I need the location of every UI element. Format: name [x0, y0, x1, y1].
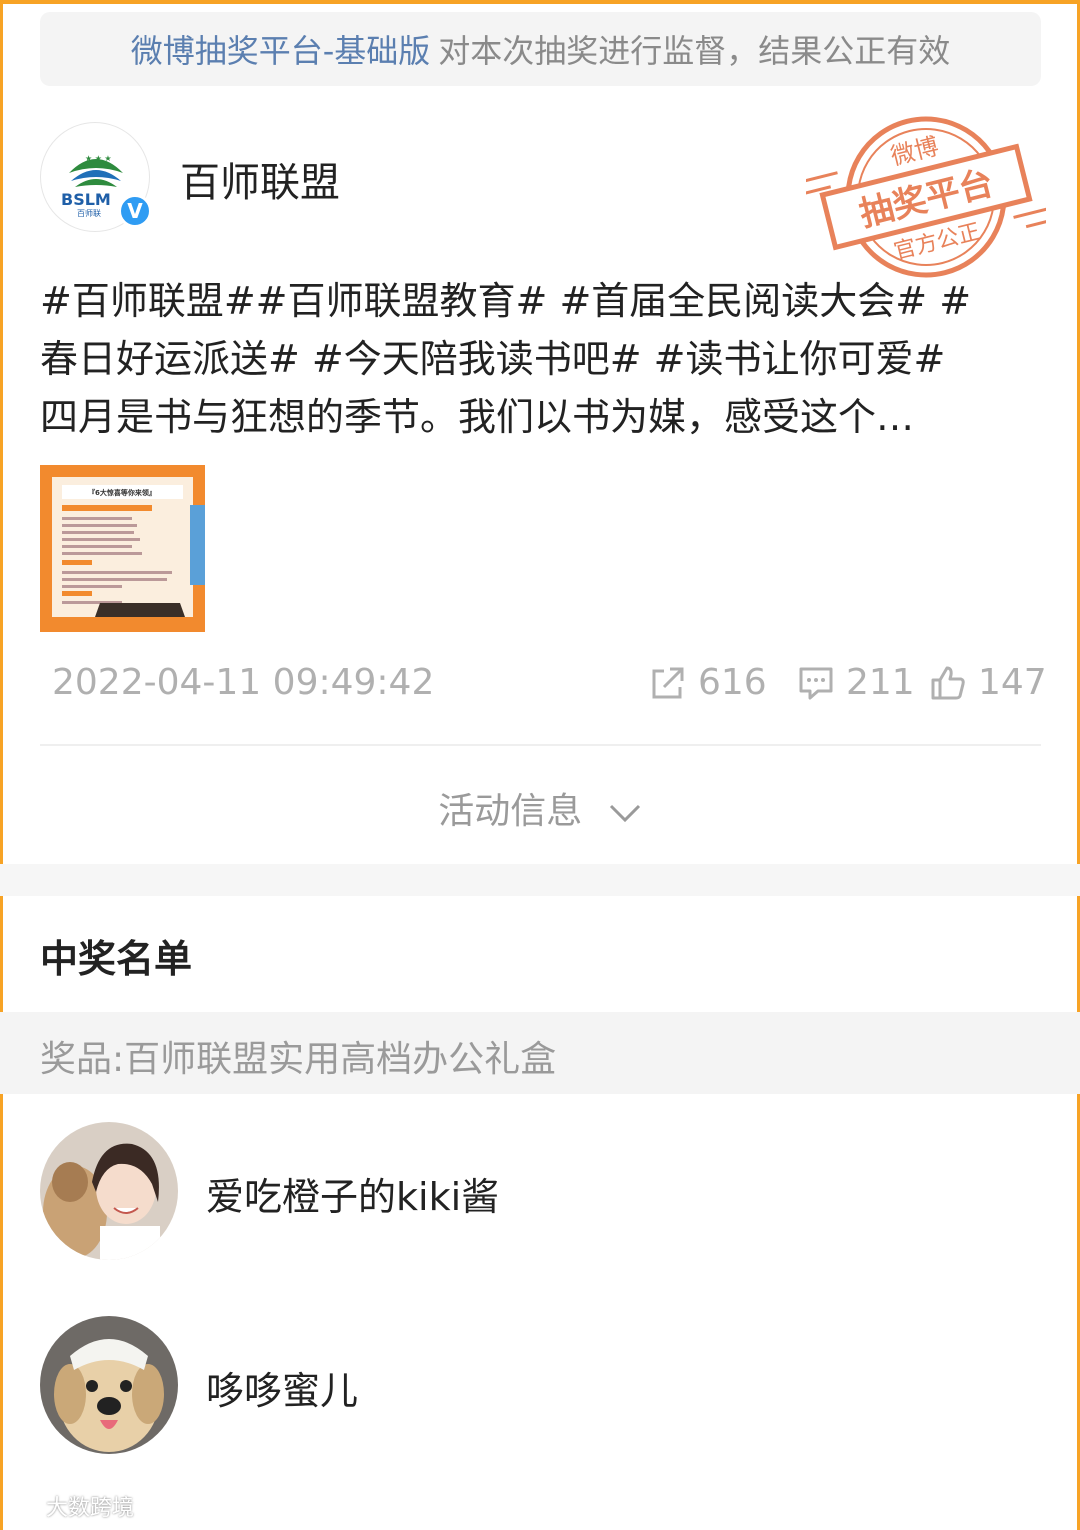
post-timestamp: 2022-04-11 09:49:42 [52, 662, 435, 703]
watermark-logo-icon [8, 1495, 44, 1514]
repost-icon [652, 667, 684, 698]
comment-icon [799, 667, 833, 699]
watermark: 大数跨境 [6, 1490, 134, 1522]
comment-count: 211 [846, 662, 915, 703]
lottery-notice-banner: 微博抽奖平台-基础版 对本次抽奖进行监督，结果公正有效 [40, 12, 1041, 86]
post-line: 春日好运派送# #今天陪我读书吧# #读书让你可爱# [40, 337, 946, 381]
comment-button[interactable]: 211 [798, 662, 915, 703]
prize-label: 奖品:百师联盟实用高档办公礼盒 [40, 1039, 557, 1080]
activity-info-toggle[interactable]: 活动信息 [0, 782, 1080, 834]
prize-info-bar: 奖品:百师联盟实用高档办公礼盒 [0, 1012, 1080, 1094]
activity-info-label: 活动信息 [438, 791, 583, 832]
verified-badge-icon: V [118, 194, 152, 228]
winner-name[interactable]: 哆哆蜜儿 [206, 1360, 358, 1415]
winner-avatar[interactable] [40, 1316, 178, 1454]
divider [40, 744, 1041, 746]
author-avatar[interactable]: ★ ★ ★ BSLM 百师联 V [40, 122, 152, 232]
lottery-platform-link[interactable]: 微博抽奖平台-基础版 [131, 26, 431, 72]
watermark-text: 大数跨境 [46, 1496, 135, 1521]
like-count: 147 [978, 662, 1047, 703]
svg-text:★ ★ ★: ★ ★ ★ [85, 154, 112, 163]
chevron-down-icon [608, 793, 642, 834]
thumbnail-title: 『6大惊喜等你来领』 [88, 488, 156, 497]
logo-text: BSLM [61, 190, 111, 209]
logo-subtext: 百师联 [77, 208, 101, 218]
winners-list-title: 中奖名单 [40, 937, 193, 981]
post-line: 四月是书与狂想的季节。我们以书为媒，感受这个… [40, 395, 915, 439]
post-image-thumbnail[interactable]: 『6大惊喜等你来领』 [40, 465, 205, 632]
frame-border-left [0, 0, 3, 1530]
notice-text: 对本次抽奖进行监督，结果公正有效 [438, 32, 951, 70]
winner-avatar[interactable] [40, 1122, 178, 1260]
section-separator [0, 864, 1080, 896]
frame-border-top [0, 0, 1080, 4]
winner-name[interactable]: 爱吃橙子的kiki酱 [206, 1166, 499, 1221]
winner-item[interactable]: 哆哆蜜儿 [40, 1316, 1040, 1456]
repost-count: 616 [698, 662, 767, 703]
post-line: #百师联盟##百师联盟教育# #首届全民阅读大会# # [40, 279, 972, 323]
post-meta-row: 2022-04-11 09:49:42 616 211 147 [52, 662, 1047, 708]
winner-item[interactable]: 爱吃橙子的kiki酱 [40, 1122, 1040, 1262]
author-name[interactable]: 百师联盟 [180, 150, 340, 208]
official-stamp: 微博 抽奖平台 官方公正 [798, 112, 1056, 282]
thumbs-up-icon [931, 666, 965, 699]
post-body[interactable]: #百师联盟##百师联盟教育# #首届全民阅读大会# # 春日好运派送# #今天陪… [40, 272, 1040, 446]
like-button[interactable]: 147 [930, 662, 1047, 703]
repost-button[interactable]: 616 [650, 662, 767, 703]
